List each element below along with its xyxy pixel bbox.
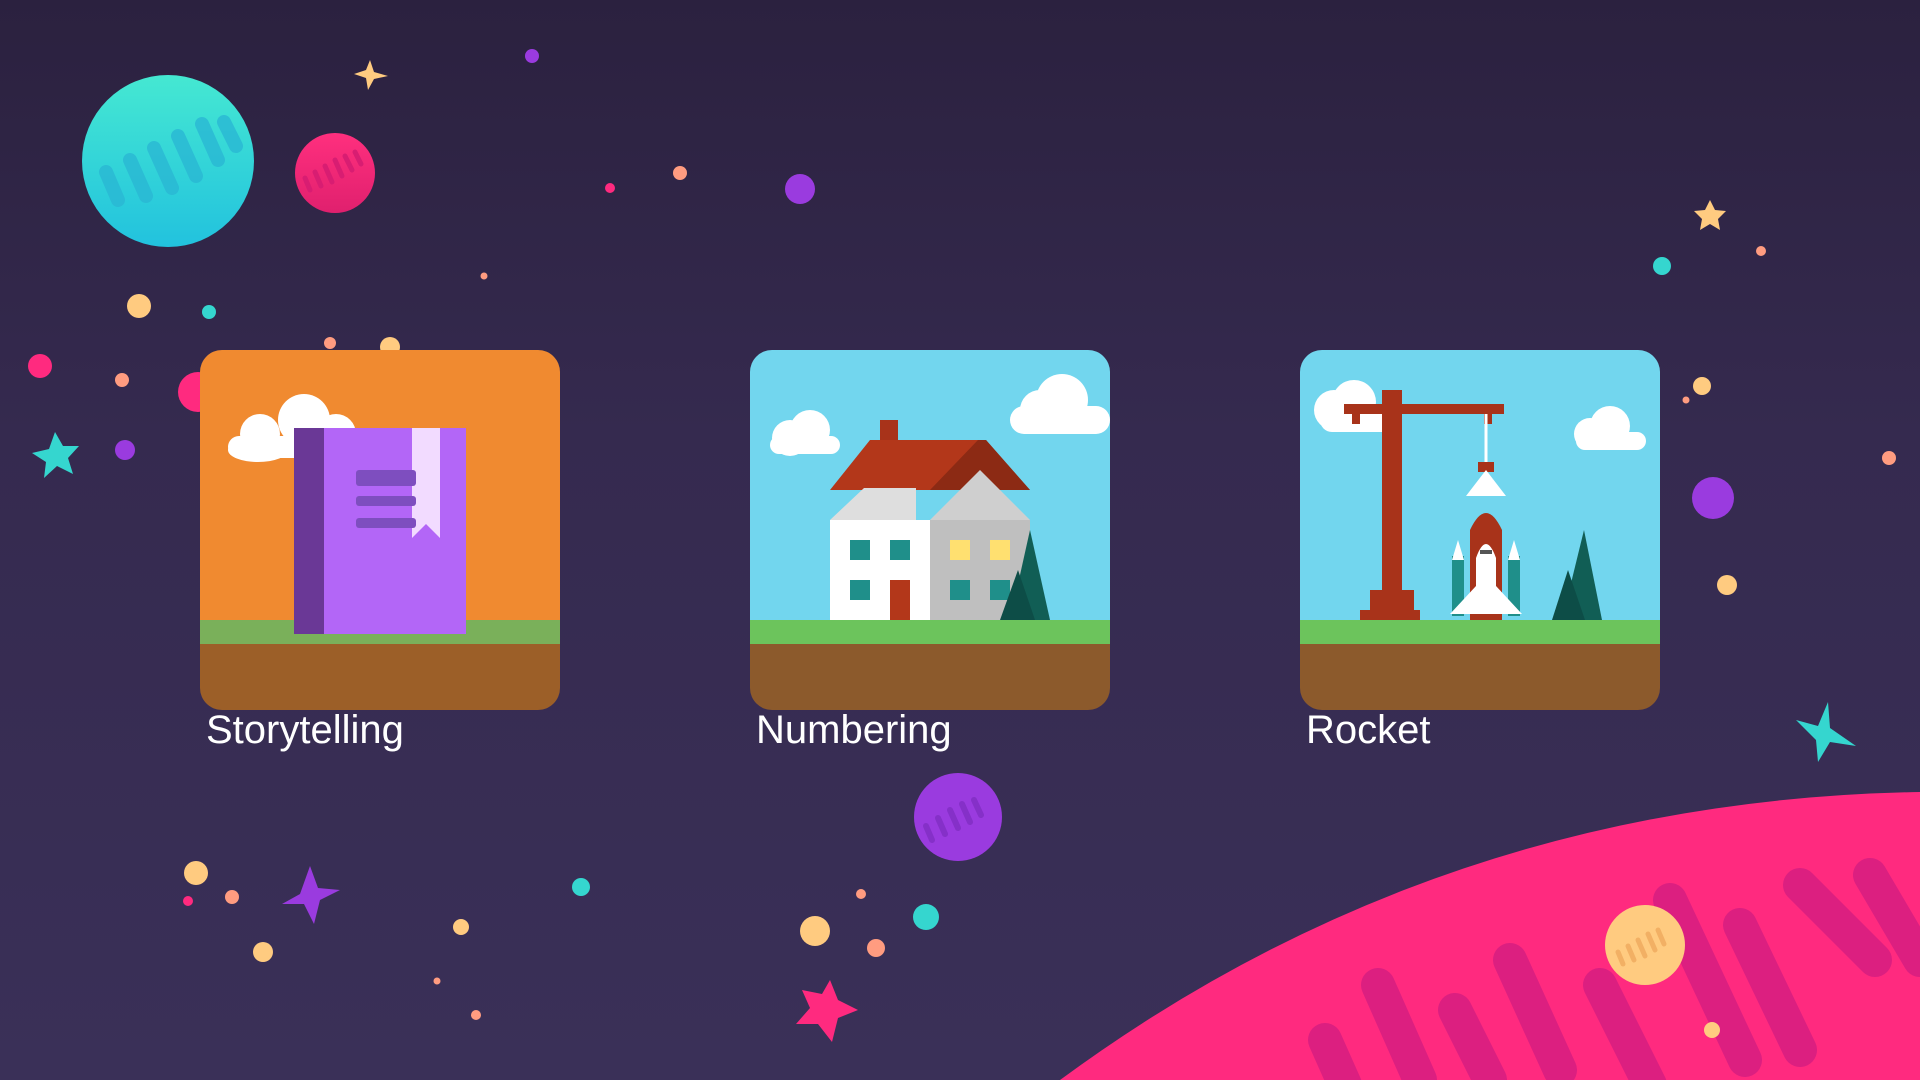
rocket-label: Rocket — [1306, 708, 1431, 752]
activity-card-storytelling[interactable]: Storytelling — [200, 350, 560, 752]
rocket-launch-icon — [1300, 350, 1660, 710]
activity-card-rocket[interactable]: Rocket — [1300, 350, 1660, 752]
teal-planet-icon — [82, 75, 254, 247]
large-pink-planet-icon — [1060, 792, 1920, 1080]
house-icon — [750, 350, 1110, 710]
storytelling-label: Storytelling — [206, 708, 404, 752]
numbering-label: Numbering — [756, 708, 952, 752]
rocket-tile[interactable] — [1300, 350, 1660, 710]
storytelling-tile[interactable] — [200, 350, 560, 710]
yellow-planet-icon — [1605, 905, 1685, 985]
book-icon — [200, 350, 560, 710]
pink-planet-icon — [295, 133, 375, 213]
activity-card-numbering[interactable]: Numbering — [750, 350, 1110, 752]
purple-planet-icon — [914, 773, 1002, 861]
numbering-tile[interactable] — [750, 350, 1110, 710]
